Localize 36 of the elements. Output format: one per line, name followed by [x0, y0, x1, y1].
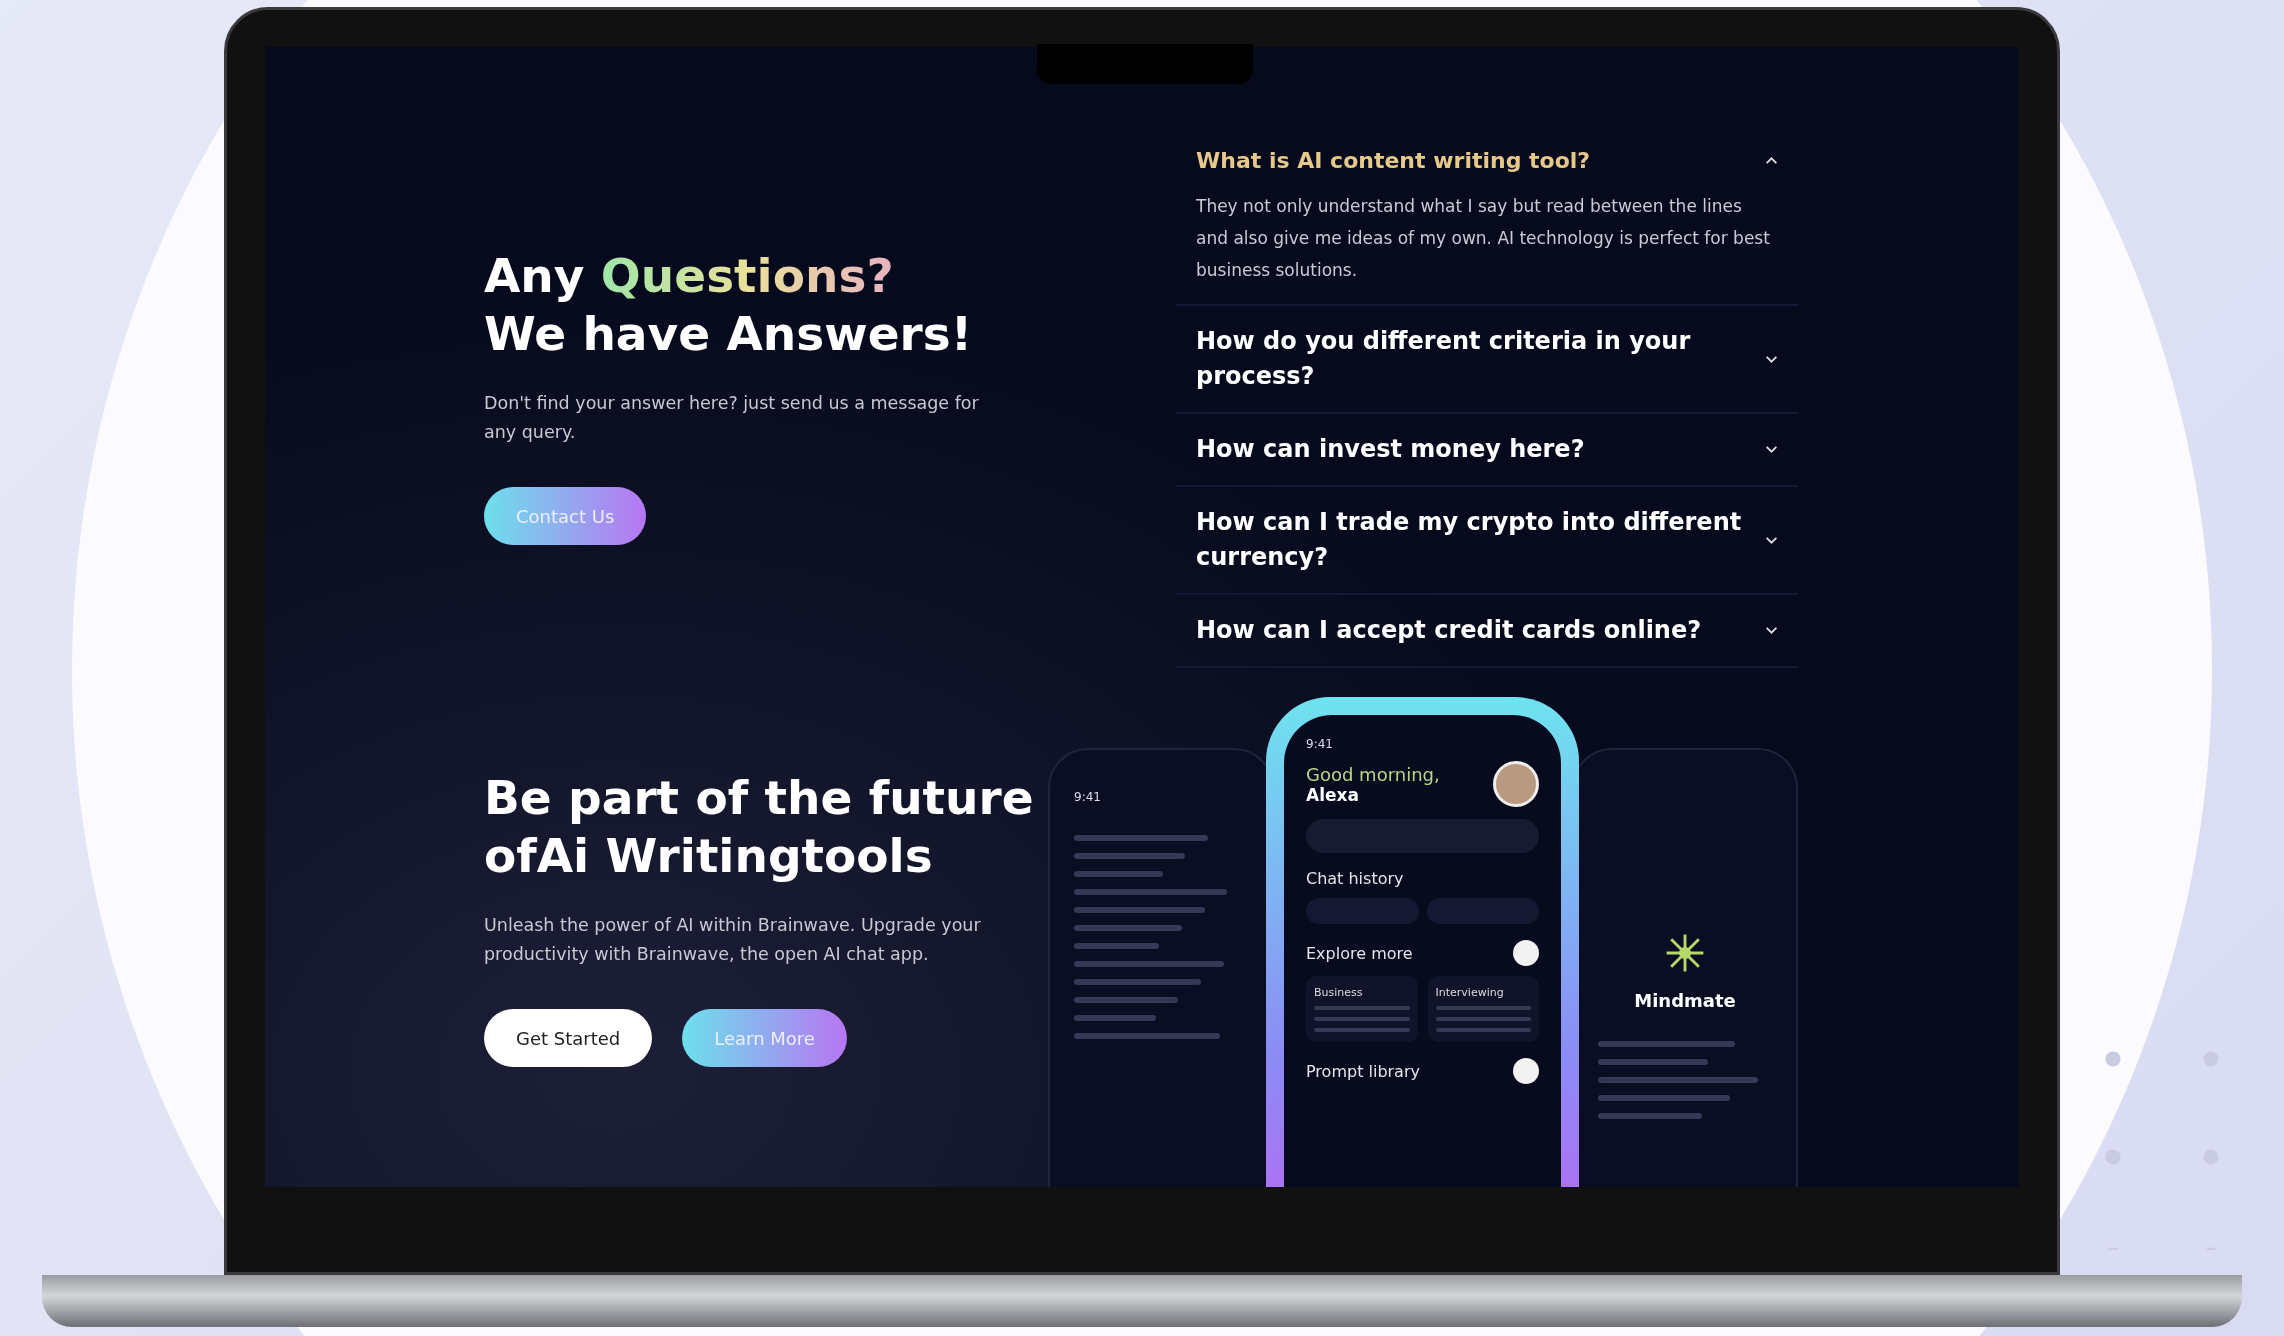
- chevron-icon: [1765, 354, 1778, 364]
- chevron-icon: [1765, 156, 1778, 165]
- cta-description: Unleash the power of AI within Brainwave. Upgrade your productivity with Brainwave, the open AI chat app.: [484, 914, 982, 966]
- faq-question: How can I trade my crypto into different currency?: [1196, 507, 1743, 573]
- faq-question: What is AI content writing tool?: [1196, 147, 1591, 175]
- card-title: Business: [1314, 986, 1364, 999]
- plus-button[interactable]: [1513, 940, 1539, 966]
- chevron-icon: [1765, 445, 1778, 454]
- section-title: Explore more: [1306, 943, 1413, 963]
- faq-subtitle: Don't find your answer here? just send us a message for any query.: [484, 392, 980, 444]
- greeting-text: Good morning,: [1306, 763, 1440, 785]
- faq-item[interactable]: How can I trade my crypto into different currency?: [1176, 487, 1798, 595]
- app-title: Mindmate: [1634, 990, 1736, 1011]
- section-title: Prompt library: [1306, 1061, 1420, 1081]
- faq-item[interactable]: What is AI content writing tool? They not only understand what I say but read between the lines and also give me ideas of my own. AI technology is perfect for best business solutions.: [1176, 125, 1798, 306]
- chevron-icon: [1765, 626, 1778, 635]
- card-title: Interviewing: [1435, 986, 1505, 999]
- faq-heading: Any Questions? We have Answers!: [484, 247, 974, 363]
- explore-card[interactable]: Business: [1306, 976, 1418, 1042]
- status-time: 9:41: [1306, 737, 1334, 751]
- faq-question: How can I accept credit cards online?: [1196, 615, 1702, 646]
- explore-card[interactable]: Interviewing: [1427, 976, 1539, 1042]
- faq-item[interactable]: How can invest money here?: [1176, 414, 1798, 487]
- faq-item[interactable]: How can I accept credit cards online?: [1176, 595, 1798, 668]
- faq-question: How do you different criteria in your process?: [1196, 326, 1692, 392]
- avatar: [1493, 761, 1539, 807]
- status-time: 9:41: [1074, 790, 1101, 804]
- cta-button[interactable]: Get Started: [484, 1009, 653, 1067]
- faq-item[interactable]: How do you different criteria in your process?: [1176, 306, 1798, 414]
- cta-heading: Be part of the future ofAi Writingtools: [484, 769, 1035, 885]
- user-name: Alexa: [1306, 784, 1360, 805]
- chevron-icon: [1765, 535, 1778, 545]
- section-title: Chat history: [1306, 869, 1404, 888]
- plus-button[interactable]: [1513, 1058, 1539, 1084]
- faq-answer: They not only understand what I say but read between the lines and also give me ideas of my own. AI technology is perfect for best business solutions.: [1196, 195, 1771, 282]
- faq-question: How can invest money here?: [1196, 434, 1585, 465]
